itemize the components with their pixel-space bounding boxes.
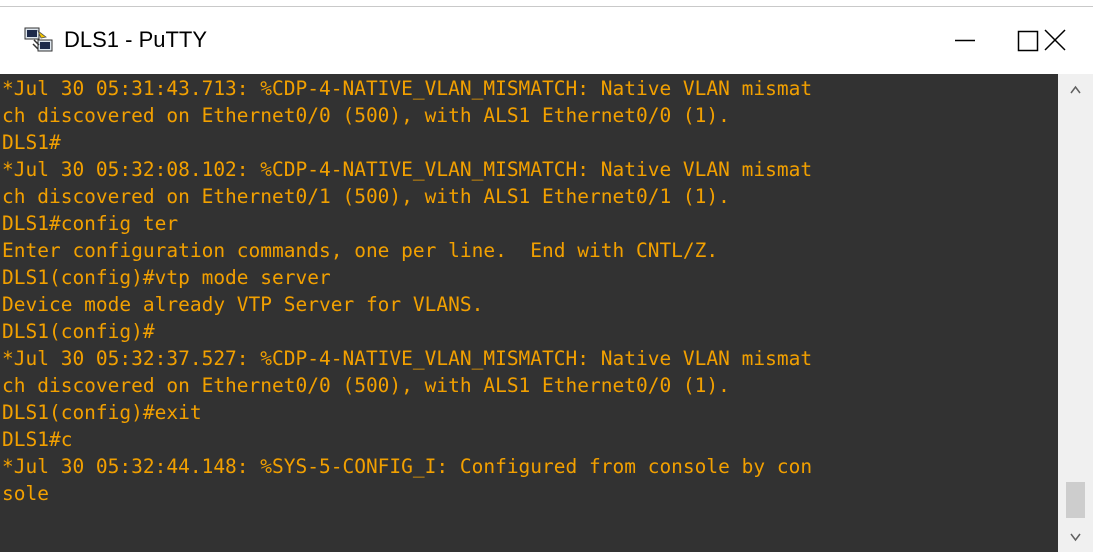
terminal-line: Enter configuration commands, one per li… xyxy=(2,239,719,262)
terminal-line: *Jul 30 05:32:44.148: %SYS-5-CONFIG_I: C… xyxy=(2,455,813,478)
window-top-edge xyxy=(0,0,1093,7)
terminal-line: ch discovered on Ethernet0/0 (500), with… xyxy=(2,104,730,127)
terminal-line: DLS1(config)# xyxy=(2,320,155,343)
vertical-scrollbar[interactable] xyxy=(1058,74,1093,552)
close-icon xyxy=(1044,29,1066,51)
minimize-button[interactable] xyxy=(933,7,997,74)
terminal-line: DLS1(config)#exit xyxy=(2,401,202,424)
terminal-line: DLS1#c xyxy=(2,428,73,451)
putty-window: DLS1 - PuTTY *Jul 30 05:31:43.713: %CDP-… xyxy=(0,0,1093,552)
terminal-line: *Jul 30 05:32:08.102: %CDP-4-NATIVE_VLAN… xyxy=(2,158,813,181)
terminal-line: sole xyxy=(2,482,49,505)
terminal-line: ch discovered on Ethernet0/0 (500), with… xyxy=(2,374,730,397)
title-bar[interactable]: DLS1 - PuTTY xyxy=(0,7,1093,74)
minimize-icon xyxy=(955,39,975,42)
scroll-down-button[interactable] xyxy=(1058,522,1093,552)
putty-icon[interactable] xyxy=(24,25,54,55)
terminal-line: Device mode already VTP Server for VLANS… xyxy=(2,293,484,316)
scroll-down-arrow-icon xyxy=(1070,533,1081,542)
terminal-line: *Jul 30 05:31:43.713: %CDP-4-NATIVE_VLAN… xyxy=(2,77,813,100)
window-title: DLS1 - PuTTY xyxy=(64,27,208,52)
scroll-up-arrow-icon xyxy=(1070,85,1081,94)
scroll-up-button[interactable] xyxy=(1058,74,1093,104)
terminal-line: *Jul 30 05:32:37.527: %CDP-4-NATIVE_VLAN… xyxy=(2,347,813,370)
close-button[interactable] xyxy=(1040,7,1093,74)
terminal-line: DLS1# xyxy=(2,131,61,154)
terminal-line: DLS1#config ter xyxy=(2,212,179,235)
terminal-output[interactable]: *Jul 30 05:31:43.713: %CDP-4-NATIVE_VLAN… xyxy=(0,74,1058,552)
scrollbar-thumb[interactable] xyxy=(1066,482,1085,518)
terminal-line: ch discovered on Ethernet0/1 (500), with… xyxy=(2,185,730,208)
terminal-line: DLS1(config)#vtp mode server xyxy=(2,266,331,289)
